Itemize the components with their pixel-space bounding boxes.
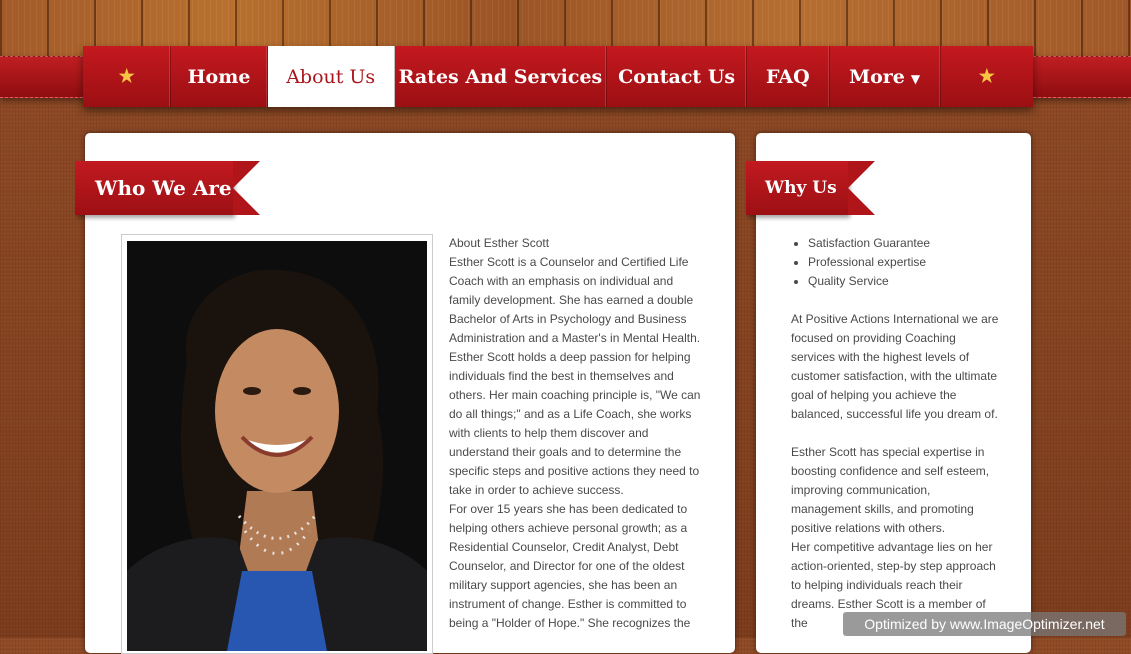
- nav-home-label: Home: [187, 65, 251, 88]
- right-star-icon: ★: [978, 66, 995, 87]
- nav-about-us[interactable]: About Us: [267, 46, 395, 107]
- who-we-are-banner: Who We Are: [75, 161, 260, 215]
- nav-more-label: More: [849, 65, 905, 88]
- nav-rates-and-services[interactable]: Rates And Services: [395, 46, 608, 107]
- nav-faq-label: FAQ: [765, 65, 810, 88]
- list-item: Quality Service: [808, 272, 930, 291]
- nav-about-us-label: About Us: [286, 65, 376, 88]
- benefits-list: Satisfaction Guarantee Professional expe…: [790, 234, 930, 291]
- sidebar-paragraph-1: At Positive Actions International we are…: [791, 312, 999, 421]
- why-us-banner: Why Us: [746, 161, 875, 215]
- profile-photo: [127, 241, 427, 651]
- nav-faq[interactable]: FAQ: [747, 46, 830, 107]
- list-item: Satisfaction Guarantee: [808, 234, 930, 253]
- about-title: About Esther Scott: [449, 236, 550, 250]
- nav-home[interactable]: Home: [171, 46, 268, 107]
- about-paragraph-1: Esther Scott is a Counselor and Certifie…: [449, 255, 701, 497]
- about-paragraph-2: For over 15 years she has been dedicated…: [449, 502, 691, 630]
- sidebar-paragraph-2: Esther Scott has special expertise in bo…: [791, 445, 990, 535]
- sidebar-text: At Positive Actions International we are…: [791, 310, 1001, 633]
- nav-contact-us[interactable]: Contact Us: [607, 46, 748, 107]
- chevron-down-icon: ▼: [910, 71, 921, 86]
- nav-more[interactable]: More ▼: [830, 46, 941, 107]
- main-nav: ★ Home About Us Rates And Services Conta…: [83, 46, 1033, 107]
- nav-rates-label: Rates And Services: [398, 65, 603, 88]
- about-text: About Esther Scott Esther Scott is a Cou…: [449, 234, 704, 633]
- sidebar-heading: Why Us: [765, 178, 837, 198]
- watermark: Optimized by www.ImageOptimizer.net: [843, 612, 1126, 636]
- nav-contact-label: Contact Us: [618, 65, 736, 88]
- section-heading: Who We Are: [95, 176, 232, 200]
- portrait-illustration: [127, 241, 427, 651]
- left-star-icon: ★: [83, 46, 172, 107]
- list-item: Professional expertise: [808, 253, 930, 272]
